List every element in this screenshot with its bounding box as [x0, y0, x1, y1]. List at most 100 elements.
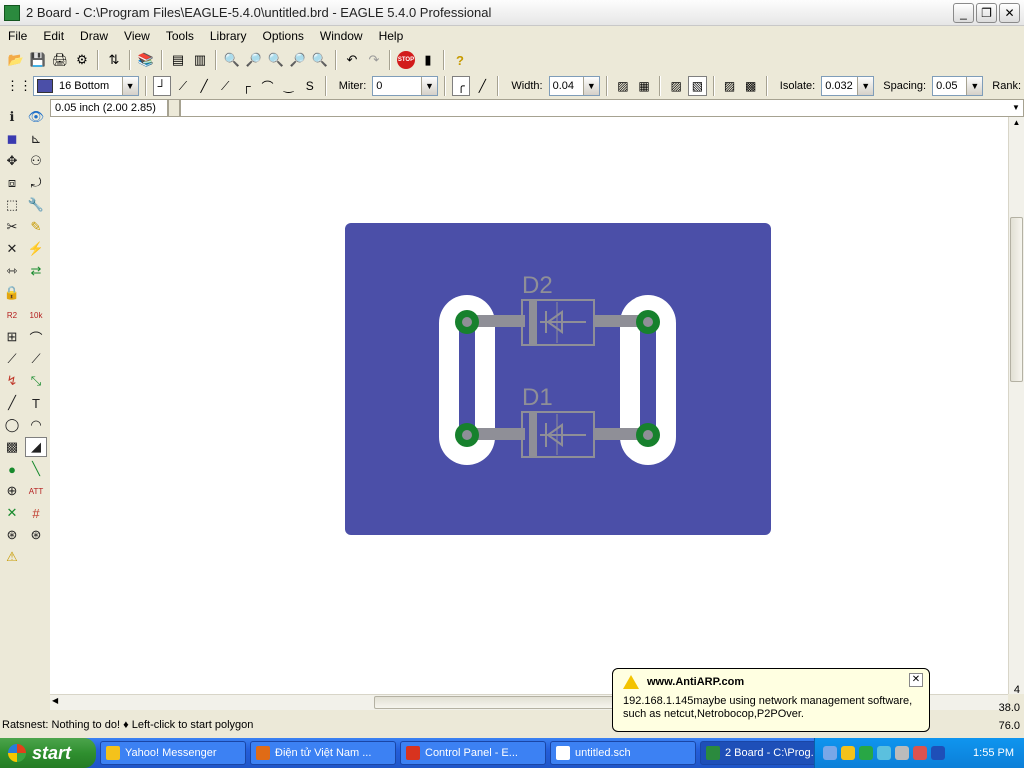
orphans-on-button[interactable]: ▨ [721, 76, 739, 96]
chevron-down-icon[interactable]: ▼ [582, 77, 599, 95]
ulp-icon[interactable]: ▥ [190, 49, 210, 71]
hole-tool[interactable]: ⊕ [1, 481, 23, 501]
copy-tool[interactable]: ⚇ [25, 151, 47, 171]
value-tool[interactable]: 10k [25, 305, 47, 325]
show-tool[interactable]: 👁 [25, 107, 47, 127]
chevron-down-icon[interactable]: ▼ [966, 77, 983, 95]
wire-bend-7-button[interactable]: S [301, 76, 319, 96]
board-canvas[interactable]: D2 D1 [50, 117, 1008, 694]
isolate-select[interactable]: 0.032 ▼ [821, 76, 875, 96]
warning-tool[interactable]: ⚠ [1, 547, 23, 567]
ripup-tool[interactable]: ⤡ [25, 371, 47, 391]
redo-icon[interactable]: ↷ [364, 49, 384, 71]
text-tool[interactable]: T [25, 393, 47, 413]
tray-expand-icon[interactable] [823, 746, 837, 760]
paste-tool[interactable]: ✂ [1, 217, 23, 237]
lock-tool[interactable]: 🔒 [1, 283, 23, 303]
save-icon[interactable]: 💾 [28, 49, 48, 71]
arc-tool[interactable]: ◠ [25, 415, 47, 435]
menu-file[interactable]: File [0, 29, 35, 43]
close-icon[interactable]: ✕ [909, 673, 923, 687]
miter-select[interactable]: 0 ▼ [372, 76, 438, 96]
task-yahoo-messenger[interactable]: Yahoo! Messenger [100, 741, 246, 765]
errors-tool[interactable]: ⊛ [25, 525, 47, 545]
orphans-off-button[interactable]: ▩ [742, 76, 760, 96]
replace-tool[interactable]: ⇿ [1, 261, 23, 281]
optimize-tool[interactable]: ⟋ [25, 349, 47, 369]
add-tool[interactable]: ⚡ [25, 239, 47, 259]
delete-x-tool[interactable]: ✕ [1, 239, 23, 259]
wire-bend-4-button[interactable]: ┌ [237, 76, 255, 96]
attribute-tool[interactable]: ATT [25, 481, 47, 501]
signal-tool[interactable]: ╲ [25, 459, 47, 479]
wire-bend-2-button[interactable]: ╱ [195, 76, 213, 96]
info-tool[interactable]: ℹ [1, 107, 23, 127]
chevron-down-icon[interactable]: ▼ [857, 77, 874, 95]
switch-schematic-icon[interactable]: ⇅ [104, 49, 124, 71]
ratsnest-tool[interactable]: ✕ [1, 503, 23, 523]
miter-straight-button[interactable]: ╱ [473, 76, 491, 96]
zoom-out-icon[interactable]: 🔍 [266, 49, 286, 71]
name-tool[interactable]: R2 [1, 305, 23, 325]
display-layers-tool[interactable]: ◼ [1, 129, 23, 149]
delete-tool[interactable]: ✎ [25, 217, 47, 237]
chevron-down-icon[interactable]: ▼ [1009, 100, 1023, 116]
close-button[interactable]: ✕ [999, 3, 1020, 23]
wire-bend-3-button[interactable]: ⟋ [216, 76, 234, 96]
mark-tool[interactable]: ⊾ [25, 129, 47, 149]
layer-select[interactable]: 16 Bottom ▼ [33, 76, 139, 96]
wire-bend-1-button[interactable]: ⟋ [174, 76, 192, 96]
tray-audio-icon[interactable] [895, 746, 909, 760]
tray-antiarp-icon[interactable] [913, 746, 927, 760]
library-icon[interactable]: 📚 [136, 49, 156, 71]
chevron-down-icon[interactable]: ▼ [420, 77, 437, 95]
via-tool[interactable]: ● [1, 459, 23, 479]
tray-network-icon[interactable] [877, 746, 891, 760]
chevron-down-icon[interactable]: ▼ [121, 77, 138, 95]
redraw-icon[interactable]: 🔎 [288, 49, 308, 71]
thermals-off-button[interactable]: ▧ [688, 76, 707, 96]
start-button[interactable]: start [0, 738, 96, 768]
eagle-app-icon[interactable] [4, 4, 20, 21]
task-control-panel[interactable]: Control Panel - E... [400, 741, 546, 765]
maximize-button[interactable]: ❐ [976, 3, 997, 23]
help-icon[interactable]: ? [450, 49, 470, 71]
open-icon[interactable]: 📂 [6, 49, 26, 71]
task-schematic[interactable]: untitled.sch [550, 741, 696, 765]
wire-tool[interactable]: ╱ [1, 393, 23, 413]
undo-icon[interactable]: ↶ [342, 49, 362, 71]
minimize-button[interactable]: _ [953, 3, 974, 23]
autorouter-tool[interactable]: # [25, 503, 47, 523]
script-icon[interactable]: ▤ [168, 49, 188, 71]
notification-balloon[interactable]: www.AntiARP.com 192.168.1.145maybe using… [612, 668, 930, 732]
zoom-select-icon[interactable]: 🔍 [310, 49, 330, 71]
task-firefox[interactable]: Điện tử Việt Nam ... [250, 741, 396, 765]
change-tool[interactable]: 🔧 [25, 195, 47, 215]
wire-bend-5-button[interactable]: ⌒ [258, 76, 276, 96]
mirror-tool[interactable]: ⧈ [1, 173, 23, 193]
polygon-tool[interactable]: ◢ [25, 437, 47, 457]
pour-hatch-button[interactable]: ▦ [635, 76, 653, 96]
drc-tool[interactable]: ⊛ [1, 525, 23, 545]
miter-round-button[interactable]: ╭ [451, 76, 471, 96]
rect-tool[interactable]: ▩ [1, 437, 23, 457]
scroll-up-icon[interactable]: ▲ [1010, 118, 1023, 132]
miter-tool[interactable]: ⌒ [25, 327, 47, 347]
menu-edit[interactable]: Edit [35, 29, 72, 43]
menu-options[interactable]: Options [255, 29, 312, 43]
vertical-scrollbar[interactable]: ▲ [1008, 117, 1024, 694]
command-line-input[interactable]: ▼ [180, 99, 1024, 117]
group-tool[interactable]: ⬚ [1, 195, 23, 215]
circle-tool[interactable]: ◯ [1, 415, 23, 435]
vertical-scroll-thumb[interactable] [1010, 217, 1023, 382]
thermals-on-button[interactable]: ▨ [667, 76, 685, 96]
spacing-select[interactable]: 0.05 ▼ [932, 76, 984, 96]
smash-tool[interactable]: ⊞ [1, 327, 23, 347]
split-tool[interactable]: ⟋ [1, 349, 23, 369]
route-tool[interactable]: ↯ [1, 371, 23, 391]
menu-view[interactable]: View [116, 29, 158, 43]
tray-messenger-icon[interactable] [841, 746, 855, 760]
move-tool[interactable]: ✥ [1, 151, 23, 171]
horizontal-scroll-thumb[interactable] [374, 696, 634, 709]
tray-play-icon[interactable] [859, 746, 873, 760]
